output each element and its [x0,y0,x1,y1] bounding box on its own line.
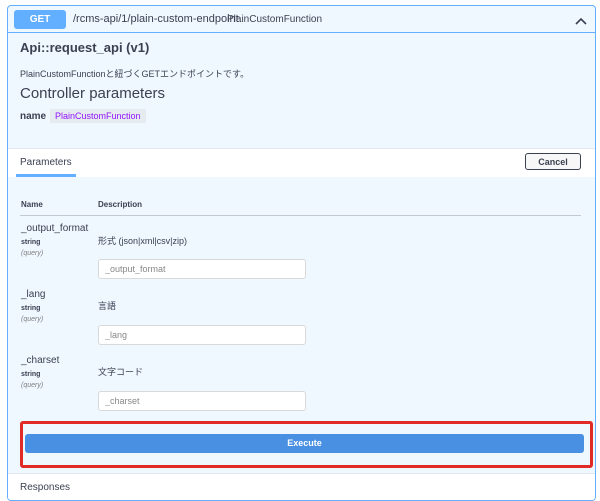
parameter-row: _lang string (query) [21,289,45,323]
lang-input[interactable] [98,325,306,345]
operation-block: GET /rcms-api/1/plain-custom-endpoint Pl… [7,5,596,501]
http-method-badge: GET [14,10,66,29]
execute-button[interactable]: Execute [25,434,584,453]
tab-parameters[interactable]: Parameters [16,157,76,177]
endpoint-path: /rcms-api/1/plain-custom-endpoint [73,13,239,25]
output-format-input[interactable] [98,259,306,279]
parameter-name: _output_format [21,223,89,234]
header-divider [20,215,581,216]
operation-description: PlainCustomFunctionと紐づくGETエンドポイントです。 [20,69,250,79]
parameter-name: _charset [21,355,60,366]
parameter-type: string [21,305,41,312]
chevron-up-icon[interactable] [572,10,590,28]
parameter-location: (query) [21,250,44,257]
parameter-type: string [21,239,41,246]
parameter-location: (query) [21,382,44,389]
parameter-row: _output_format string (query) [21,223,88,257]
column-header-description: Description [98,200,143,209]
parameter-type: string [21,371,41,378]
endpoint-summary: PlainCustomFunction [227,14,323,25]
parameters-table: Name Description _output_format string (… [8,177,595,500]
parameters-header: Parameters Cancel [8,148,595,178]
controller-name-value: PlainCustomFunction [50,109,146,123]
parameter-description: 言語 [98,301,117,311]
responses-heading: Responses [20,482,71,493]
parameter-location: (query) [21,316,44,323]
column-header-name: Name [21,200,43,209]
execute-highlight-frame: Execute [20,421,593,468]
cancel-button[interactable]: Cancel [525,153,581,170]
operation-summary[interactable]: GET /rcms-api/1/plain-custom-endpoint Pl… [8,6,595,33]
controller-name-key: name [20,111,47,122]
controller-parameters-heading: Controller parameters [20,85,166,102]
operation-title: Api::request_api (v1) [20,40,150,55]
parameter-description: 形式 (json|xml|csv|zip) [98,236,188,246]
responses-header: Responses [8,473,595,500]
parameter-name: _lang [21,289,46,300]
charset-input[interactable] [98,391,306,411]
parameter-description: 文字コード [98,367,144,377]
parameter-row: _charset string (query) [21,355,59,389]
